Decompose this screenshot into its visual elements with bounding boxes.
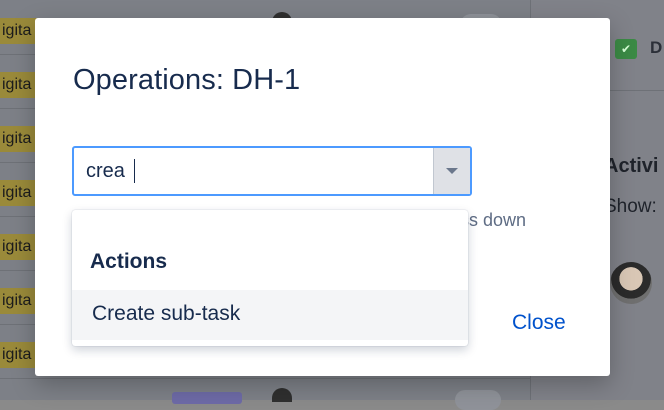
bg-tag: igita (0, 234, 40, 260)
bg-tag: igita (0, 72, 40, 98)
suggestions-dropdown: Actions Create sub-task (72, 210, 468, 346)
bg-tag: igita (0, 126, 40, 152)
checkbox-icon: ✔ (615, 39, 637, 59)
bg-tag: igita (0, 342, 40, 368)
dropdown-group-heading: Actions (90, 250, 168, 273)
bg-activity-heading: Activi (604, 155, 659, 177)
bg-tag: igita (0, 288, 40, 314)
close-button[interactable]: Close (512, 311, 566, 335)
dropdown-toggle-button[interactable] (433, 148, 470, 194)
bg-d-text: D (650, 38, 663, 57)
bg-tag: igita (0, 18, 40, 44)
bg-bottom-shape (172, 392, 242, 404)
dropdown-item-create-sub-task[interactable]: Create sub-task (72, 290, 468, 340)
operations-search-input[interactable] (86, 158, 426, 184)
dialog-title: Operations: DH-1 (73, 64, 301, 96)
bg-tag: igita (0, 180, 40, 206)
chevron-down-icon (446, 168, 458, 174)
operations-search-combobox[interactable] (72, 146, 472, 196)
bg-show-label: Show: (604, 196, 657, 217)
avatar (610, 262, 652, 304)
bg-pill (455, 390, 501, 410)
text-cursor (134, 159, 135, 183)
